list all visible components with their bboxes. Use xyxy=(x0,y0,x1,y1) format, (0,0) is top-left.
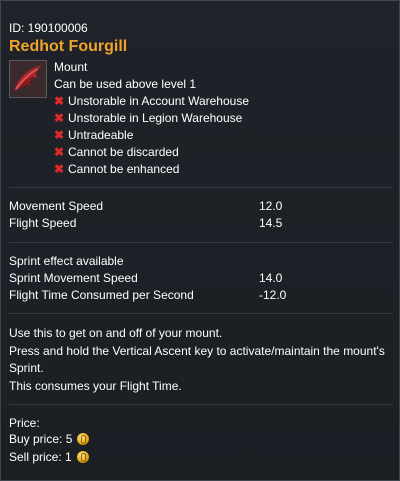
stat-label: Sprint Movement Speed xyxy=(9,271,138,285)
restriction-label: Unstorable in Legion Warehouse xyxy=(68,111,243,125)
restriction-label: Untradeable xyxy=(68,128,134,142)
item-type: Mount xyxy=(54,60,88,74)
restriction-list: ✖ Unstorable in Account Warehouse ✖ Unst… xyxy=(54,94,249,179)
red-wing-mount-icon xyxy=(9,60,47,98)
restriction-item: ✖ Cannot be enhanced xyxy=(54,162,249,179)
sprint-header: Sprint effect available xyxy=(9,254,124,268)
divider xyxy=(9,242,393,243)
description-line: This consumes your Flight Time. xyxy=(9,378,182,393)
buy-price-label: Buy price: 5 xyxy=(9,432,73,446)
x-mark-icon: ✖ xyxy=(54,111,65,125)
gold-coin-icon xyxy=(77,433,90,445)
price-header: Price: xyxy=(9,416,40,430)
stat-flight-time-consumed: Flight Time Consumed per Second -12.0 xyxy=(9,288,393,304)
level-requirement: Can be used above level 1 xyxy=(54,77,197,91)
item-description: Use this to get on and off of your mount… xyxy=(9,325,393,395)
item-id: ID: 190100006 xyxy=(9,21,88,35)
x-mark-icon: ✖ xyxy=(54,94,65,108)
stat-label: Flight Speed xyxy=(9,216,77,230)
stat-label: Flight Time Consumed per Second xyxy=(9,288,194,302)
x-mark-icon: ✖ xyxy=(54,162,65,176)
item-name: Redhot Fourgill xyxy=(9,38,128,55)
restriction-item: ✖ Unstorable in Legion Warehouse xyxy=(54,111,249,128)
buy-price: Buy price: 5 xyxy=(9,431,90,447)
stat-value: 14.5 xyxy=(259,216,283,230)
item-tooltip: ID: 190100006 Redhot Fourgill Mount Can … xyxy=(0,0,400,481)
divider xyxy=(9,404,393,405)
restriction-item: ✖ Unstorable in Account Warehouse xyxy=(54,94,249,111)
stat-value: 14.0 xyxy=(259,271,283,285)
gold-coin-icon xyxy=(76,451,89,463)
x-mark-icon: ✖ xyxy=(54,145,65,159)
description-line: Use this to get on and off of your mount… xyxy=(9,326,223,340)
divider xyxy=(9,313,393,314)
sell-price-label: Sell price: 1 xyxy=(9,450,72,464)
divider xyxy=(9,187,393,188)
restriction-label: Cannot be enhanced xyxy=(68,162,180,176)
stat-value: -12.0 xyxy=(259,288,287,302)
sell-price: Sell price: 1 xyxy=(9,449,89,465)
stat-sprint-movement-speed: Sprint Movement Speed 14.0 xyxy=(9,271,393,287)
stat-value: 12.0 xyxy=(259,199,283,213)
stat-label: Movement Speed xyxy=(9,199,104,213)
restriction-item: ✖ Cannot be discarded xyxy=(54,145,249,162)
restriction-item: ✖ Untradeable xyxy=(54,128,249,145)
stat-flight-speed: Flight Speed 14.5 xyxy=(9,216,393,232)
restriction-label: Cannot be discarded xyxy=(68,145,179,159)
x-mark-icon: ✖ xyxy=(54,128,65,142)
description-line: Press and hold the Vertical Ascent key t… xyxy=(9,343,385,376)
stat-movement-speed: Movement Speed 12.0 xyxy=(9,199,393,215)
restriction-label: Unstorable in Account Warehouse xyxy=(68,94,249,108)
